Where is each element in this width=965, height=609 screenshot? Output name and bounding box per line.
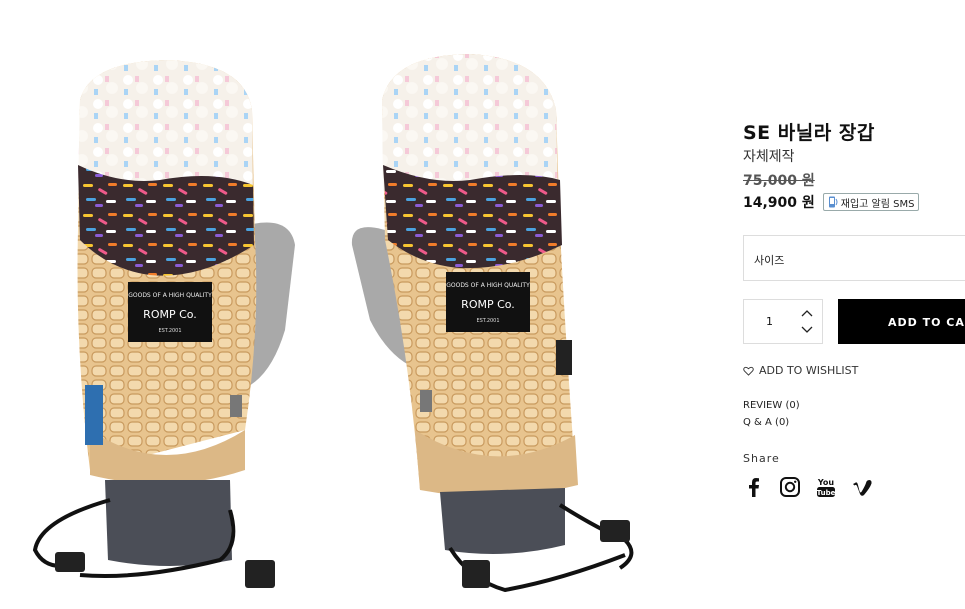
patch-est: EST.2001 (476, 318, 499, 324)
quantity-value[interactable]: 1 (766, 315, 773, 328)
patch-tagline: GOODS OF A HIGH QUALITY (128, 292, 212, 299)
right-mitten-image: GOODS OF A HIGH QUALITY ROMP Co. EST.200… (351, 54, 634, 593)
restock-alert-button[interactable]: 재입고 알림 SMS (822, 193, 920, 211)
phone-icon (828, 196, 838, 208)
patch-brand: ROMP Co. (143, 308, 197, 321)
instagram-icon[interactable] (779, 476, 801, 498)
sale-price: 14,900 원 (743, 195, 815, 211)
chevron-down-icon[interactable] (800, 325, 814, 335)
size-select[interactable]: 사이즈 (743, 235, 965, 281)
product-brand: 자체제작 (743, 149, 795, 165)
original-price: 75,000 원 (743, 173, 815, 189)
wishlist-label: ADD TO WISHLIST (759, 364, 859, 377)
quantity-stepper[interactable]: 1 (743, 299, 823, 344)
svg-text:You: You (817, 478, 835, 487)
product-info-panel: SE 바닐라 장갑 자체제작 75,000 원 14,900 원 재입고 알림 … (743, 0, 965, 609)
product-image-gallery: GOODS OF A HIGH QUALITY ROMP Co. EST.200… (0, 0, 720, 609)
social-share-icons: You Tube (743, 476, 873, 498)
add-to-wishlist-link[interactable]: ADD TO WISHLIST (743, 364, 858, 377)
chevron-up-icon[interactable] (800, 308, 814, 318)
restock-alert-label: 재입고 알림 SMS (840, 198, 915, 210)
size-select-label: 사이즈 (754, 254, 785, 267)
heart-icon (743, 366, 754, 376)
qna-link[interactable]: Q & A (0) (743, 417, 789, 428)
product-title: SE 바닐라 장갑 (743, 122, 875, 144)
svg-text:Tube: Tube (817, 489, 836, 497)
share-label: Share (743, 452, 780, 465)
youtube-icon[interactable]: You Tube (815, 476, 837, 498)
add-to-cart-button[interactable]: ADD TO CART (838, 299, 965, 344)
patch-tagline: GOODS OF A HIGH QUALITY (446, 282, 530, 289)
mitten-images: GOODS OF A HIGH QUALITY ROMP Co. EST.200… (32, 54, 634, 593)
patch-est: EST.2001 (158, 328, 181, 334)
vimeo-icon[interactable] (851, 476, 873, 498)
patch-brand: ROMP Co. (461, 298, 515, 311)
price-row: 14,900 원 재입고 알림 SMS (743, 192, 920, 212)
facebook-icon[interactable] (743, 476, 765, 498)
review-link[interactable]: REVIEW (0) (743, 400, 800, 411)
left-mitten-image: GOODS OF A HIGH QUALITY ROMP Co. EST.200… (32, 60, 295, 588)
